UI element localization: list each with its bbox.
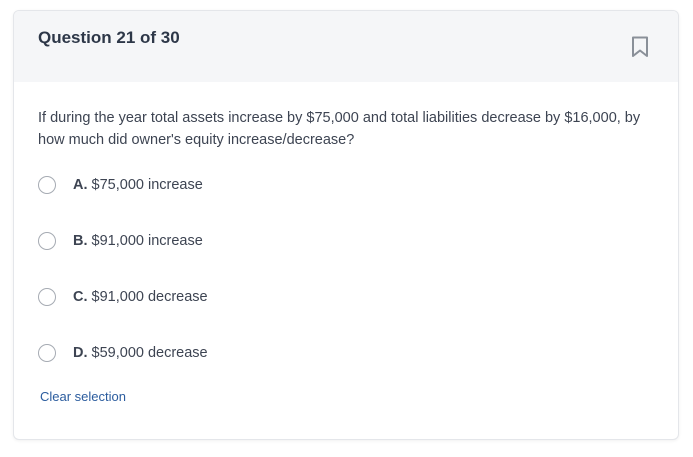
- option-d[interactable]: D. $59,000 decrease: [38, 340, 208, 366]
- bookmark-icon: [632, 36, 648, 57]
- option-b[interactable]: B. $91,000 increase: [38, 228, 203, 254]
- option-text: $91,000 increase: [91, 233, 203, 249]
- option-label: D. $59,000 decrease: [73, 345, 208, 361]
- question-card: Question 21 of 30 If during the year tot…: [13, 10, 679, 440]
- option-letter: B.: [73, 233, 88, 249]
- question-text: If during the year total assets increase…: [38, 110, 641, 148]
- option-text: $91,000 decrease: [91, 289, 208, 305]
- question-header: Question 21 of 30: [14, 11, 678, 82]
- option-letter: A.: [73, 177, 88, 193]
- question-number-title: Question 21 of 30: [38, 28, 180, 47]
- radio-unchecked-icon[interactable]: [38, 344, 56, 362]
- radio-unchecked-icon[interactable]: [38, 288, 56, 306]
- option-letter: C.: [73, 289, 88, 305]
- clear-selection-link[interactable]: Clear selection: [40, 389, 126, 404]
- option-a[interactable]: A. $75,000 increase: [38, 172, 203, 198]
- option-text: $75,000 increase: [91, 177, 203, 193]
- option-label: A. $75,000 increase: [73, 177, 203, 193]
- option-letter: D.: [73, 345, 88, 361]
- radio-unchecked-icon[interactable]: [38, 232, 56, 250]
- radio-unchecked-icon[interactable]: [38, 176, 56, 194]
- option-label: C. $91,000 decrease: [73, 289, 208, 305]
- option-label: B. $91,000 increase: [73, 233, 203, 249]
- bookmark-button[interactable]: [625, 33, 655, 61]
- option-c[interactable]: C. $91,000 decrease: [38, 284, 208, 310]
- option-text: $59,000 decrease: [91, 345, 208, 361]
